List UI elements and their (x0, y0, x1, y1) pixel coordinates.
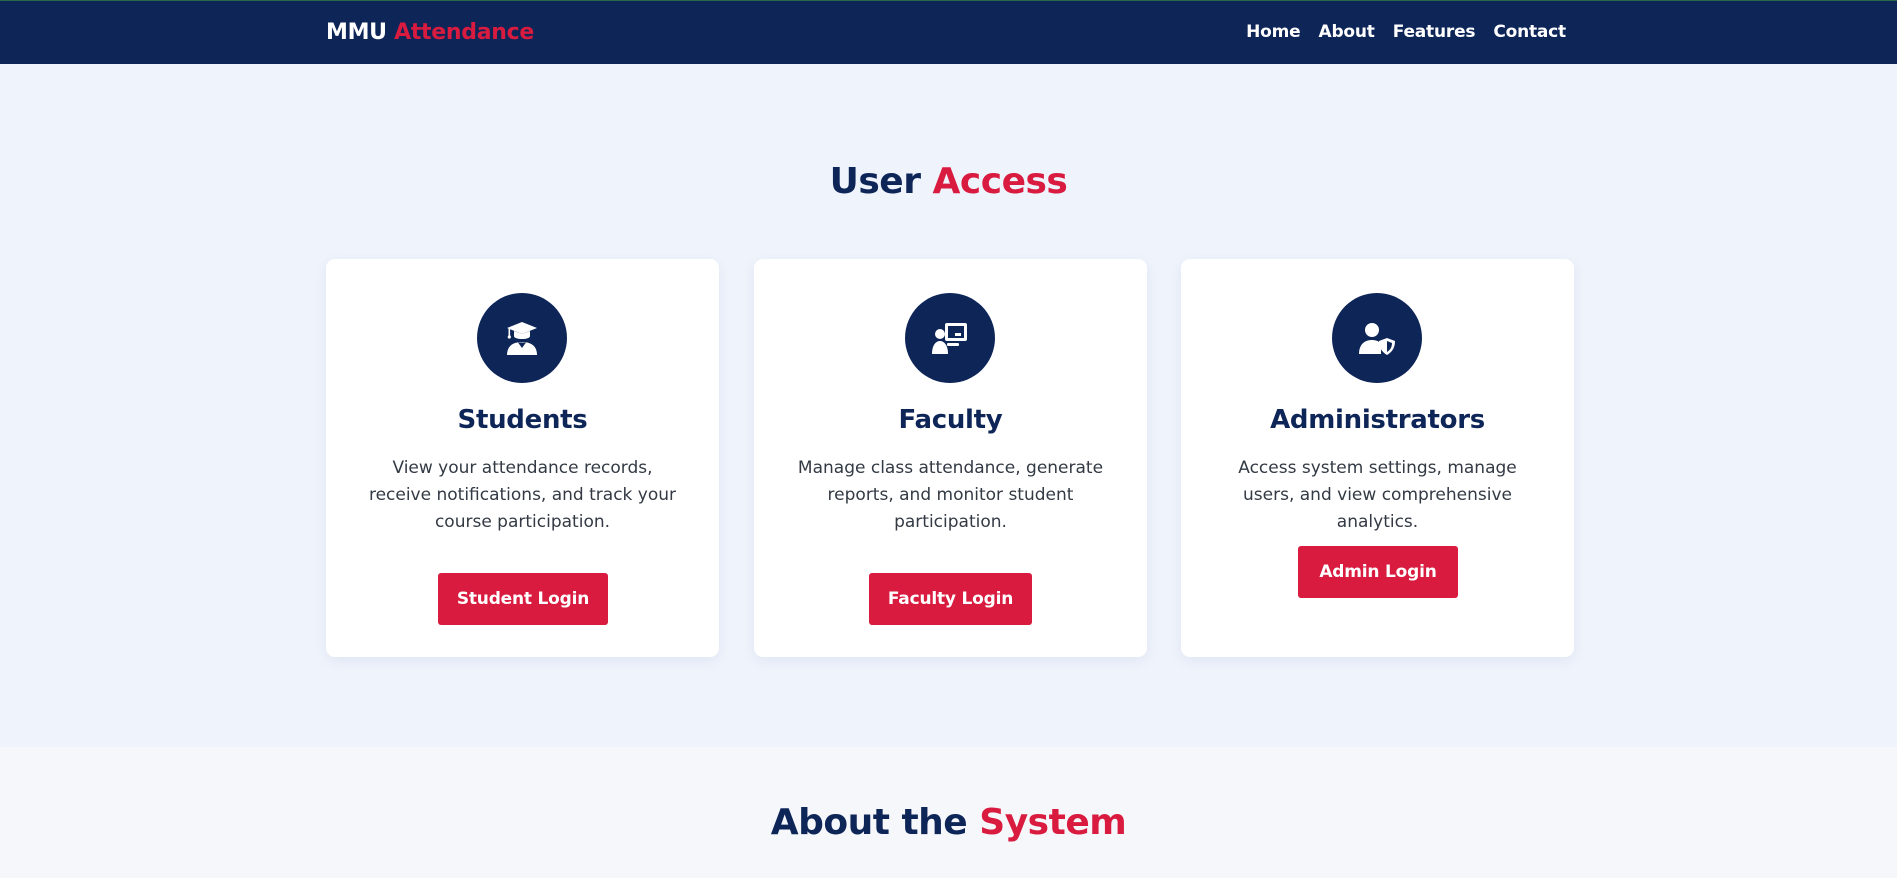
faculty-login-button[interactable]: Faculty Login (869, 573, 1032, 625)
card-description: Access system settings, manage users, an… (1238, 458, 1517, 532)
user-shield-icon (1332, 293, 1422, 383)
brand-accent: Attendance (394, 20, 534, 45)
nav-link-about[interactable]: About (1319, 22, 1375, 42)
brand-primary: MMU (326, 20, 387, 45)
card-description: View your attendance records, receive no… (368, 458, 677, 532)
graduate-icon (477, 293, 567, 383)
card-description: Manage class attendance, generate report… (797, 458, 1104, 532)
card-title: Students (457, 405, 588, 435)
brand-logo[interactable]: MMU Attendance (326, 20, 534, 45)
nav-link-features[interactable]: Features (1393, 22, 1476, 42)
admin-login-button[interactable]: Admin Login (1298, 546, 1458, 598)
user-access-title-accent: Access (932, 161, 1068, 202)
card-faculty: Faculty Manage class attendance, generat… (754, 259, 1147, 657)
nav-link-home[interactable]: Home (1246, 22, 1301, 42)
about-section: About the System (0, 747, 1897, 878)
about-title-dark: About the (770, 802, 968, 843)
about-title: About the System (0, 802, 1897, 843)
user-access-title-dark: User (829, 161, 921, 202)
about-title-accent: System (979, 802, 1127, 843)
teacher-board-icon (905, 293, 995, 383)
card-administrators: Administrators Access system settings, m… (1181, 259, 1574, 657)
card-students: Students View your attendance records, r… (326, 259, 719, 657)
nav-link-contact[interactable]: Contact (1493, 22, 1566, 42)
nav-links: Home About Features Contact (1246, 22, 1566, 42)
card-title: Faculty (898, 405, 1003, 435)
navbar: MMU Attendance Home About Features Conta… (0, 0, 1897, 64)
user-access-section: User Access Students View your attendanc… (0, 64, 1897, 747)
student-login-button[interactable]: Student Login (438, 573, 608, 625)
user-access-title: User Access (0, 161, 1897, 202)
card-title: Administrators (1270, 405, 1485, 435)
